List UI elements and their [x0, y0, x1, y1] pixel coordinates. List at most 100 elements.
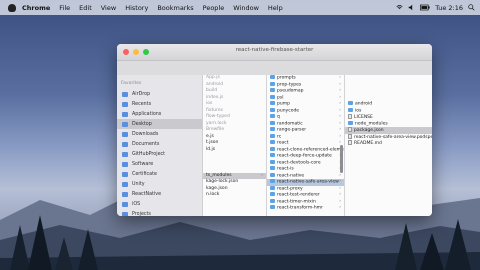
menu-bookmarks[interactable]: Bookmarks	[157, 4, 193, 12]
list-item-label: react-transform-hmr	[277, 205, 323, 211]
sidebar-item[interactable]: AirDrop	[117, 89, 202, 99]
sidebar-item[interactable]: Certificate	[117, 169, 202, 179]
column-3[interactable]: android ios LICENSE node_modules package.jso…	[345, 75, 432, 216]
folder-icon	[270, 94, 275, 99]
folder-icon	[270, 159, 275, 164]
folder-icon	[348, 120, 353, 125]
list-item-label: react-is	[277, 166, 294, 172]
column-2[interactable]: prompts › prop-types › pseudomap › psl › pump › pu…	[267, 75, 345, 216]
sidebar-item-label: Software	[132, 161, 154, 167]
sidebar-item[interactable]: Projects	[117, 209, 202, 216]
finder-window: react-native-firebase-starter Favorites …	[117, 44, 432, 216]
list-item-label: App.js	[206, 75, 220, 80]
list-item-label: flow-typed	[206, 114, 230, 119]
menu-bar: Chrome File Edit View History Bookmarks …	[0, 0, 480, 15]
menu-view[interactable]: View	[101, 4, 116, 12]
list-item-label: ios	[206, 101, 213, 106]
menu-edit[interactable]: Edit	[79, 4, 92, 12]
list-item-label: randomatic	[277, 121, 303, 126]
sidebar-item[interactable]: Documents	[117, 139, 202, 149]
sidebar-item[interactable]: ReactNative	[117, 189, 202, 199]
search-icon[interactable]	[468, 4, 475, 11]
menubar-status-area: Tue 2:16	[396, 0, 475, 15]
volume-icon[interactable]	[408, 4, 415, 11]
menu-app-name[interactable]: Chrome	[22, 4, 50, 12]
battery-icon[interactable]	[420, 4, 430, 11]
list-item-label: pump	[277, 101, 290, 107]
sidebar-item[interactable]: Desktop	[117, 119, 202, 129]
sidebar-heading: Favorites	[121, 81, 142, 86]
wifi-icon[interactable]	[396, 4, 403, 11]
sidebar-item[interactable]: Downloads	[117, 129, 202, 139]
window-toolbar	[117, 61, 432, 76]
sidebar-item[interactable]: GitHubProject	[117, 149, 202, 159]
list-item[interactable]: react-transform-hmr ›	[267, 205, 344, 212]
sidebar-item-label: GitHubProject	[132, 151, 166, 157]
sidebar-item-label: iOS	[132, 201, 141, 207]
list-item-label: index.js	[206, 94, 224, 100]
airdrop-icon	[122, 91, 128, 97]
window-titlebar[interactable]: react-native-firebase-starter	[117, 44, 432, 61]
folder-icon	[122, 171, 128, 177]
folder-icon	[270, 107, 275, 112]
menu-window[interactable]: Window	[233, 4, 259, 12]
list-item-label: yarn.lock	[206, 120, 227, 126]
folder-icon	[270, 205, 275, 209]
sidebar-item-label: Documents	[132, 141, 160, 147]
document-icon	[348, 114, 352, 119]
folder-icon	[270, 179, 275, 183]
wallpaper-trees-left	[10, 215, 98, 270]
list-item-label: react-clone-referenced-element	[277, 147, 345, 152]
list-item-label: kage-lock.json	[206, 179, 239, 184]
folder-icon	[122, 191, 128, 197]
sidebar-item[interactable]: Recents	[117, 99, 202, 109]
menu-people[interactable]: People	[203, 4, 225, 12]
list-item-label: react-timer-mixin	[277, 199, 316, 204]
list-item-label: prop-types	[277, 82, 302, 87]
list-item-label: kage.json	[206, 185, 228, 191]
list-item-label: fixtures	[206, 107, 223, 113]
sidebar-item[interactable]: Software	[117, 159, 202, 169]
list-item-label: package.json	[354, 128, 384, 133]
menubar-clock[interactable]: Tue 2:16	[435, 4, 463, 12]
document-icon	[348, 133, 352, 139]
sidebar-item[interactable]: Unity	[117, 179, 202, 189]
sidebar-item[interactable]: Applications	[117, 109, 202, 119]
list-item-label: psl	[277, 95, 284, 100]
list-item-label: punycode	[277, 108, 300, 113]
sidebar-item-label: AirDrop	[132, 91, 151, 97]
folder-icon	[122, 181, 128, 187]
sidebar-item-label: Certificate	[132, 171, 157, 177]
menu-help[interactable]: Help	[268, 4, 283, 12]
column-2-scrollbar[interactable]	[340, 145, 343, 173]
apple-icon[interactable]	[8, 3, 16, 12]
folder-icon	[270, 198, 275, 203]
list-item-label: e.js	[206, 133, 214, 139]
finder-sidebar: Favorites AirDrop Recents Applications Desk…	[117, 75, 203, 216]
list-item[interactable]: README.md	[345, 140, 432, 147]
wallpaper-trees-right	[395, 219, 471, 270]
list-item-label: react-proxy	[277, 186, 303, 191]
folder-icon	[270, 75, 275, 79]
folder-icon	[122, 161, 128, 167]
list-item-label: pseudomap	[277, 88, 304, 94]
sidebar-item-label: Desktop	[132, 121, 152, 127]
list-item-label: react	[277, 140, 289, 146]
list-item[interactable]: n.lock	[203, 192, 266, 199]
list-item-label: react-deep-force-update	[277, 153, 332, 159]
column-1[interactable]: App.js android build index.js ios fixtures flo…	[203, 75, 267, 216]
sidebar-item-label: Projects	[132, 211, 151, 217]
list-item-label: react-test-renderer	[277, 192, 320, 198]
document-icon	[348, 140, 352, 145]
list-item-label: android	[206, 81, 224, 87]
sidebar-item-label: Recents	[132, 101, 152, 107]
menu-history[interactable]: History	[125, 4, 148, 12]
sidebar-item[interactable]: iOS	[117, 199, 202, 209]
list-item-label: react-native	[277, 173, 305, 178]
list-item-label: prompts	[277, 75, 296, 81]
list-item-label: react-devtools-core	[277, 160, 321, 165]
document-icon	[348, 127, 352, 132]
folder-icon	[270, 146, 275, 151]
sidebar-item-label: Applications	[132, 111, 162, 117]
menu-file[interactable]: File	[59, 4, 70, 12]
